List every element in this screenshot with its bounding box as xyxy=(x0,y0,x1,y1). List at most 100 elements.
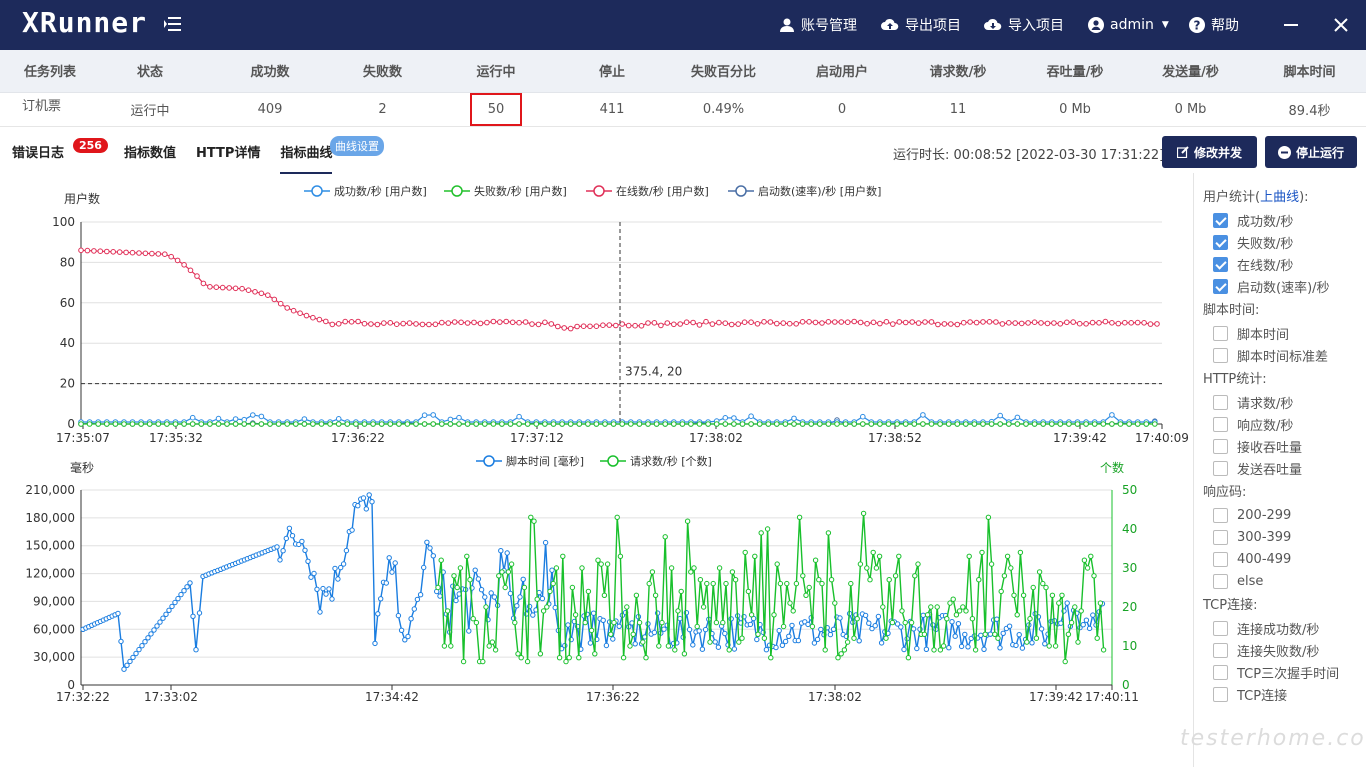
response-code-checkbox-2[interactable]: 400-499 xyxy=(1203,548,1366,570)
data-point xyxy=(104,248,110,255)
data-point xyxy=(344,421,351,427)
checkbox-icon[interactable] xyxy=(1213,686,1228,702)
data-point xyxy=(702,626,709,633)
user-stat-checkbox-2[interactable]: 在线数/秒 xyxy=(1203,253,1366,275)
checkbox-icon[interactable] xyxy=(1213,620,1228,636)
data-point xyxy=(496,573,502,579)
export-project-button[interactable]: 导出项目 xyxy=(881,0,961,50)
table-cell: 11 xyxy=(894,92,1022,127)
http-stat-checkbox-0[interactable]: 请求数/秒 xyxy=(1203,391,1366,413)
data-point xyxy=(610,636,616,642)
data-point xyxy=(353,421,359,427)
x-tick-label: 17:34:42 xyxy=(365,690,419,704)
data-point xyxy=(516,413,522,420)
data-point xyxy=(1004,553,1011,560)
data-point xyxy=(1094,635,1100,641)
checkbox-icon[interactable] xyxy=(1213,573,1228,589)
export-label: 导出项目 xyxy=(905,18,961,34)
checkbox-icon[interactable] xyxy=(1213,529,1228,545)
modify-concurrency-button[interactable]: 修改并发 xyxy=(1162,136,1257,168)
checkbox-icon[interactable] xyxy=(1213,256,1228,272)
checkbox-icon[interactable] xyxy=(1213,394,1228,410)
data-point xyxy=(924,612,931,618)
help-button[interactable]: ? 帮助 xyxy=(1189,0,1239,50)
data-point xyxy=(773,644,779,651)
account-menu[interactable]: 账号管理 xyxy=(779,0,857,50)
data-point xyxy=(980,421,986,427)
script-time-checkbox-0[interactable]: 脚本时间 xyxy=(1203,322,1366,344)
checkbox-icon[interactable] xyxy=(1213,325,1228,341)
data-point xyxy=(310,421,316,427)
user-stat-checkbox-3[interactable]: 启动数(速率)/秒 xyxy=(1203,275,1366,297)
data-point xyxy=(864,565,870,571)
checkbox-icon[interactable] xyxy=(1213,460,1228,476)
checkbox-icon[interactable] xyxy=(1213,416,1228,432)
import-project-button[interactable]: 导入项目 xyxy=(984,0,1064,50)
data-point xyxy=(457,565,464,571)
minimize-icon[interactable] xyxy=(1279,13,1303,37)
stop-run-button[interactable]: 停止运行 xyxy=(1265,136,1357,168)
checkbox-icon[interactable] xyxy=(1213,234,1228,250)
y-right-tick-label: 40 xyxy=(1122,522,1137,536)
data-point xyxy=(258,413,265,420)
data-point xyxy=(902,319,909,326)
checkbox-icon[interactable] xyxy=(1213,551,1228,567)
tab-error-log[interactable]: 错误日志 256 xyxy=(12,138,108,174)
data-point xyxy=(856,638,862,644)
tab-metrics-curve[interactable]: 指标曲线 xyxy=(280,138,333,174)
checkbox-icon[interactable] xyxy=(1213,278,1228,294)
data-point xyxy=(696,421,703,427)
data-point xyxy=(1024,639,1030,645)
user-stat-checkbox-0[interactable]: 成功数/秒 xyxy=(1203,209,1366,231)
http-stat-checkbox-2[interactable]: 接收吞吐量 xyxy=(1203,435,1366,457)
close-icon[interactable] xyxy=(1329,13,1353,37)
data-point xyxy=(841,647,848,653)
checkbox-icon[interactable] xyxy=(1213,438,1228,454)
data-point xyxy=(148,631,154,637)
tcp-checkbox-0[interactable]: 连接成功数/秒 xyxy=(1203,617,1366,639)
data-point xyxy=(1017,549,1024,556)
checkbox-icon[interactable] xyxy=(1213,507,1228,523)
checkbox-icon[interactable] xyxy=(1213,212,1228,228)
response-code-checkbox-0[interactable]: 200-299 xyxy=(1203,504,1366,526)
tab-metrics-value[interactable]: 指标数值 xyxy=(124,138,176,174)
data-point xyxy=(806,319,812,325)
data-point xyxy=(149,250,155,257)
user-dropdown[interactable]: admin ▼ xyxy=(1088,0,1169,50)
tcp-checkbox-1[interactable]: 连接失败数/秒 xyxy=(1203,639,1366,661)
curve-settings-button[interactable]: 曲线设置 xyxy=(330,136,384,156)
checkbox-icon[interactable] xyxy=(1213,664,1228,680)
tab-http-detail[interactable]: HTTP详情 xyxy=(196,138,260,174)
data-point xyxy=(499,569,505,575)
task-name-cell[interactable]: 订机票 xyxy=(0,92,100,127)
data-point xyxy=(1070,319,1076,325)
data-point xyxy=(1128,320,1134,326)
user-stat-checkbox-1[interactable]: 失败数/秒 xyxy=(1203,231,1366,253)
data-point xyxy=(994,616,1000,622)
table-cell: 0 xyxy=(790,92,894,127)
script-time-checkbox-1[interactable]: 脚本时间标准差 xyxy=(1203,344,1366,366)
user-stats-title: 用户统计(上曲线): xyxy=(1203,187,1366,209)
response-code-checkbox-3[interactable]: else xyxy=(1203,570,1366,592)
data-point xyxy=(1000,630,1006,637)
y-axis-right-label: 个数 xyxy=(1100,460,1124,475)
data-point xyxy=(1056,600,1062,606)
http-stat-checkbox-3[interactable]: 发送吞吐量 xyxy=(1203,457,1366,479)
y-tick-label: 80 xyxy=(60,255,75,269)
http-stat-checkbox-1[interactable]: 响应数/秒 xyxy=(1203,413,1366,435)
data-point xyxy=(136,646,142,653)
data-point xyxy=(556,655,563,661)
tcp-checkbox-3[interactable]: TCP连接 xyxy=(1203,683,1366,705)
data-point xyxy=(857,561,864,567)
upper-curve-link[interactable]: 上曲线 xyxy=(1260,190,1299,205)
menu-toggle-icon[interactable] xyxy=(163,14,183,34)
checkbox-icon[interactable] xyxy=(1213,347,1228,363)
data-point xyxy=(539,595,546,602)
table-cell: 411 xyxy=(567,92,657,127)
tcp-checkbox-2[interactable]: TCP三次握手时间 xyxy=(1203,661,1366,683)
data-point xyxy=(937,421,943,427)
response-code-checkbox-1[interactable]: 300-399 xyxy=(1203,526,1366,548)
checkbox-icon[interactable] xyxy=(1213,642,1228,658)
table-row[interactable]: 订机票 运行中 409 2 50 411 0.49% 0 11 0 Mb 0 M… xyxy=(0,92,1366,127)
data-point xyxy=(774,561,780,567)
